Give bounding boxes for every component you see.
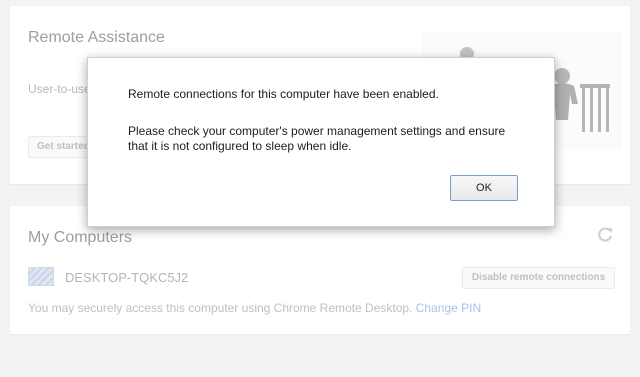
my-computers-title: My Computers xyxy=(28,229,133,246)
disable-remote-connections-button[interactable]: Disable remote connections xyxy=(462,267,615,289)
dialog-message-power-settings: Please check your computer's power manag… xyxy=(128,124,506,153)
refresh-icon[interactable] xyxy=(596,226,614,244)
my-computers-description: You may securely access this computer us… xyxy=(28,301,481,315)
page: Remote Assistance User-to-use Get starte… xyxy=(0,0,640,377)
computer-icon xyxy=(28,267,54,286)
computer-name[interactable]: DESKTOP-TQKC5J2 xyxy=(65,270,188,285)
change-pin-link[interactable]: Change PIN xyxy=(416,301,481,315)
remote-assistance-description: User-to-use xyxy=(28,82,91,96)
ok-button[interactable]: OK xyxy=(450,175,518,201)
dialog-message-enabled: Remote connections for this computer hav… xyxy=(128,87,439,101)
confirmation-dialog: Remote connections for this computer hav… xyxy=(87,57,555,227)
access-description-text: You may securely access this computer us… xyxy=(28,301,413,315)
remote-assistance-title: Remote Assistance xyxy=(28,29,165,46)
